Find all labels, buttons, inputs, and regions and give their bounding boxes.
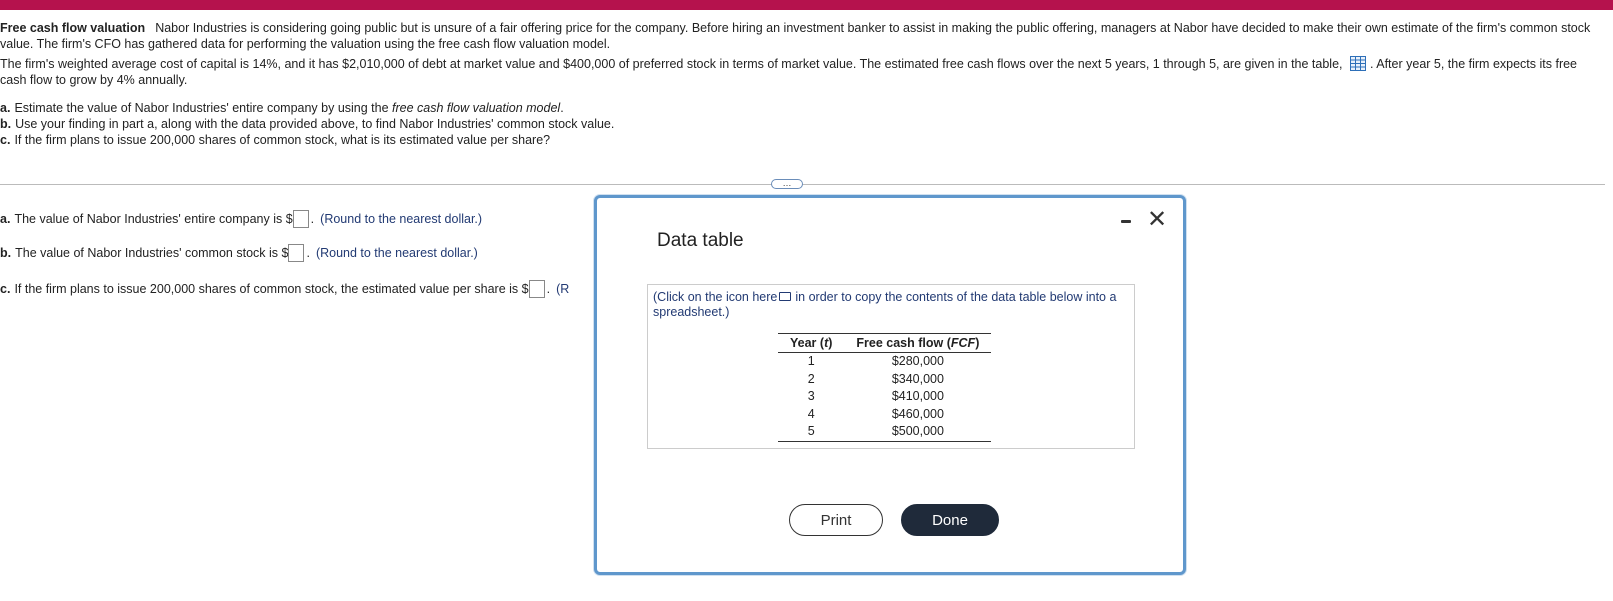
note-text: (Click on the icon here bbox=[653, 290, 778, 304]
fcf-cell: $410,000 bbox=[891, 389, 944, 403]
part-text: If the firm plans to issue 200,000 share… bbox=[14, 133, 551, 147]
answer-c: c. If the firm plans to issue 200,000 sha… bbox=[0, 280, 569, 298]
table-grid-icon[interactable] bbox=[1349, 56, 1366, 71]
part-italic: free cash flow valuation model bbox=[392, 101, 561, 115]
expand-more-button[interactable]: … bbox=[771, 179, 803, 189]
year-cell: 5 bbox=[778, 423, 845, 442]
copy-icon[interactable] bbox=[779, 292, 792, 301]
part-c: c. If the firm plans to issue 200,000 sha… bbox=[0, 132, 1605, 148]
year-cell: 3 bbox=[807, 389, 815, 403]
header-year: Year (t) bbox=[778, 333, 845, 353]
problem-intro: Free cash flow valuation Nabor Industries… bbox=[0, 20, 1605, 52]
table-row: 2 $340,000 bbox=[778, 371, 991, 389]
part-text-end: . bbox=[560, 101, 564, 115]
table-row: 3 $410,000 bbox=[778, 388, 991, 406]
answer-letter: b. bbox=[0, 246, 12, 260]
part-text: Use your finding in part a, along with t… bbox=[15, 117, 615, 131]
part-letter: b. bbox=[0, 117, 12, 131]
fcf-table: Year (t) Free cash flow (FCF) 1 $280,000 … bbox=[778, 333, 992, 442]
answer-hint: (R bbox=[556, 282, 570, 296]
data-table-dialog: Data table ✕ (Click on the icon here in o… bbox=[594, 195, 1186, 575]
part-letter: c. bbox=[0, 133, 11, 147]
problem-details: The firm's weighted average cost of capi… bbox=[0, 56, 1605, 88]
table-row: 5 $500,000 bbox=[778, 423, 992, 442]
answer-hint: (Round to the nearest dollar.) bbox=[315, 246, 478, 260]
problem-details-text: The firm's weighted average cost of capi… bbox=[0, 57, 1343, 71]
header-fcf: Free cash flow (FCF) bbox=[844, 333, 992, 353]
fcf-cell: $500,000 bbox=[844, 423, 992, 442]
problem-statement: Free cash flow valuation Nabor Industries… bbox=[0, 20, 1605, 148]
fcf-cell: $340,000 bbox=[891, 371, 944, 386]
part-a: a. Estimate the value of Nabor Industries… bbox=[0, 100, 1605, 116]
part-letter: a. bbox=[0, 101, 11, 115]
print-button[interactable]: Print bbox=[789, 504, 883, 536]
top-accent-bar bbox=[0, 0, 1613, 10]
answer-suffix: . bbox=[306, 246, 310, 260]
data-panel: (Click on the icon here in order to copy … bbox=[647, 284, 1135, 449]
year-cell: 1 bbox=[807, 354, 815, 368]
answer-suffix: . bbox=[310, 212, 315, 226]
fcf-cell: $280,000 bbox=[891, 354, 944, 368]
answer-b: b. The value of Nabor Industries' common … bbox=[0, 244, 478, 262]
year-cell: 2 bbox=[807, 371, 815, 386]
answer-hint: (Round to the nearest dollar.) bbox=[320, 212, 483, 226]
copy-instructions: (Click on the icon here in order to copy … bbox=[653, 290, 1123, 320]
answer-a: a. The value of Nabor Industries' entire … bbox=[0, 210, 482, 228]
answer-suffix: . bbox=[546, 282, 551, 296]
answer-a-input[interactable] bbox=[292, 210, 309, 228]
answer-letter: a. bbox=[0, 212, 11, 226]
answer-prefix: The value of Nabor Industries' entire co… bbox=[14, 212, 293, 226]
problem-intro-text: Nabor Industries is considering going pu… bbox=[0, 21, 1591, 51]
part-text: Estimate the value of Nabor Industries' … bbox=[14, 101, 393, 115]
part-b: b. Use your finding in part a, along with… bbox=[0, 116, 1605, 132]
problem-parts: a. Estimate the value of Nabor Industries… bbox=[0, 100, 1605, 148]
minimize-icon[interactable] bbox=[1121, 220, 1131, 223]
answer-letter: c. bbox=[0, 282, 11, 296]
fcf-cell: $460,000 bbox=[891, 406, 944, 421]
problem-title: Free cash flow valuation bbox=[0, 21, 146, 35]
year-cell: 4 bbox=[807, 406, 815, 421]
close-icon[interactable]: ✕ bbox=[1147, 208, 1167, 232]
answer-prefix: If the firm plans to issue 200,000 share… bbox=[14, 282, 529, 296]
table-row: 4 $460,000 bbox=[778, 406, 991, 424]
dialog-title: Data table bbox=[657, 230, 744, 251]
answer-prefix: The value of Nabor Industries' common st… bbox=[15, 246, 289, 260]
answer-c-input[interactable] bbox=[528, 280, 545, 298]
table-row: 1 $280,000 bbox=[778, 353, 991, 371]
done-button[interactable]: Done bbox=[901, 504, 999, 536]
answer-b-input[interactable] bbox=[288, 244, 305, 262]
